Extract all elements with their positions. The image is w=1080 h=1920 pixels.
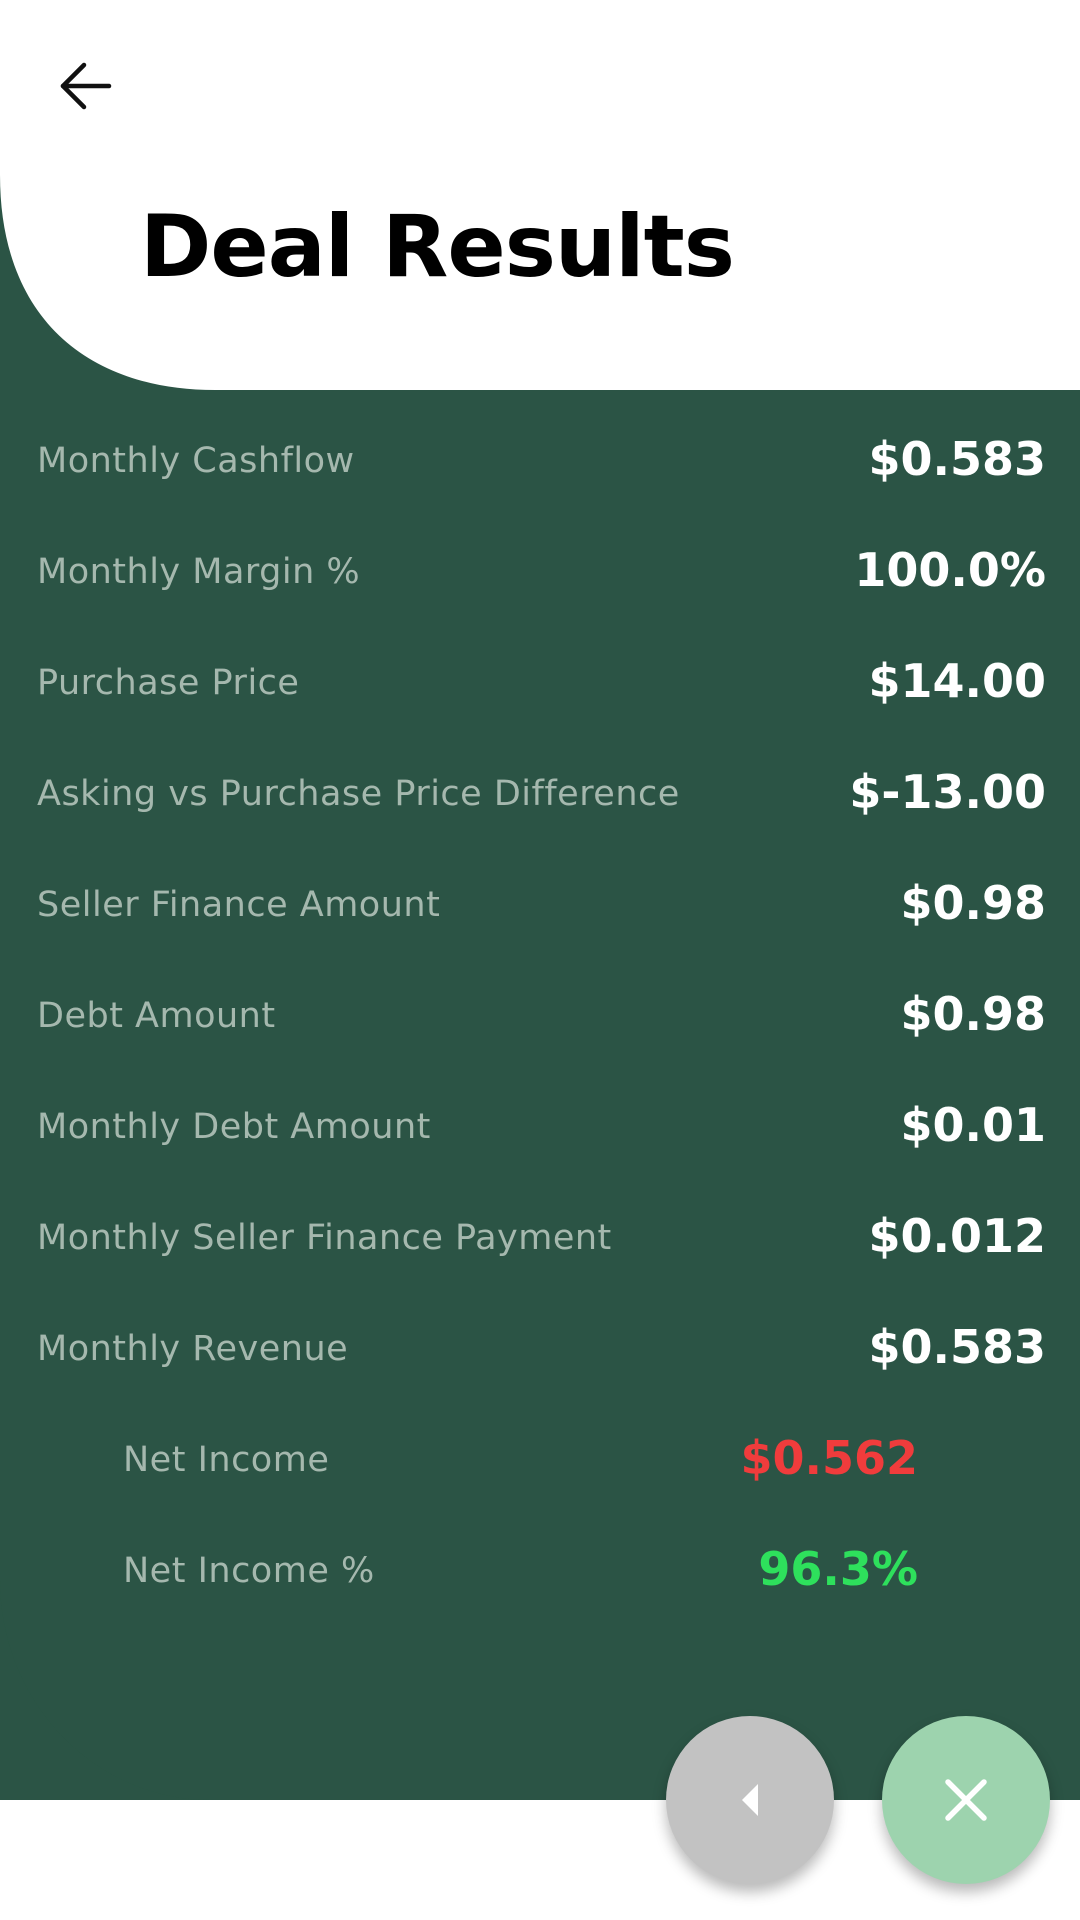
result-row-monthly-margin: Monthly Margin % 100.0%	[0, 516, 1080, 627]
result-label: Net Income	[123, 1440, 330, 1480]
previous-button[interactable]	[666, 1716, 834, 1884]
result-label: Asking vs Purchase Price Difference	[37, 774, 680, 814]
result-label: Monthly Revenue	[37, 1329, 349, 1369]
result-value: $-13.00	[849, 765, 1046, 819]
result-value: $0.98	[900, 876, 1046, 930]
result-row-monthly-cashflow: Monthly Cashflow $0.583	[0, 405, 1080, 516]
arrow-left-icon	[60, 62, 112, 110]
page-title: Deal Results	[140, 197, 735, 297]
result-label: Debt Amount	[37, 996, 276, 1036]
result-label: Net Income %	[123, 1551, 375, 1591]
result-label: Monthly Debt Amount	[37, 1107, 431, 1147]
result-value: 100.0%	[854, 543, 1046, 597]
result-row-monthly-revenue: Monthly Revenue $0.583	[0, 1293, 1080, 1404]
close-button[interactable]	[882, 1716, 1050, 1884]
result-row-net-income: Net Income $0.562	[0, 1404, 1080, 1515]
result-label: Seller Finance Amount	[37, 885, 441, 925]
result-row-monthly-debt-amount: Monthly Debt Amount $0.01	[0, 1071, 1080, 1182]
result-row-seller-finance-payment: Monthly Seller Finance Payment $0.012	[0, 1182, 1080, 1293]
result-label: Monthly Margin %	[37, 552, 361, 592]
back-button[interactable]	[45, 45, 127, 127]
result-value: $0.583	[868, 1320, 1046, 1374]
result-row-purchase-price: Purchase Price $14.00	[0, 627, 1080, 738]
result-value: $14.00	[868, 654, 1046, 708]
result-value: 96.3%	[758, 1542, 918, 1596]
result-row-price-difference: Asking vs Purchase Price Difference $-13…	[0, 738, 1080, 849]
result-value: $0.98	[900, 987, 1046, 1041]
result-row-net-income-percent: Net Income % 96.3%	[0, 1515, 1080, 1626]
result-label: Monthly Seller Finance Payment	[37, 1218, 612, 1258]
caret-left-icon	[742, 1784, 758, 1816]
result-row-debt-amount: Debt Amount $0.98	[0, 960, 1080, 1071]
result-value: $0.583	[868, 432, 1046, 486]
result-value: $0.01	[900, 1098, 1046, 1152]
panel-top-curve	[0, 175, 215, 390]
result-row-seller-finance-amount: Seller Finance Amount $0.98	[0, 849, 1080, 960]
result-value: $0.012	[868, 1209, 1046, 1263]
close-icon	[945, 1779, 987, 1821]
result-value: $0.562	[740, 1431, 918, 1485]
results-list: Monthly Cashflow $0.583 Monthly Margin %…	[0, 405, 1080, 1626]
result-label: Monthly Cashflow	[37, 441, 355, 481]
result-label: Purchase Price	[37, 663, 300, 703]
